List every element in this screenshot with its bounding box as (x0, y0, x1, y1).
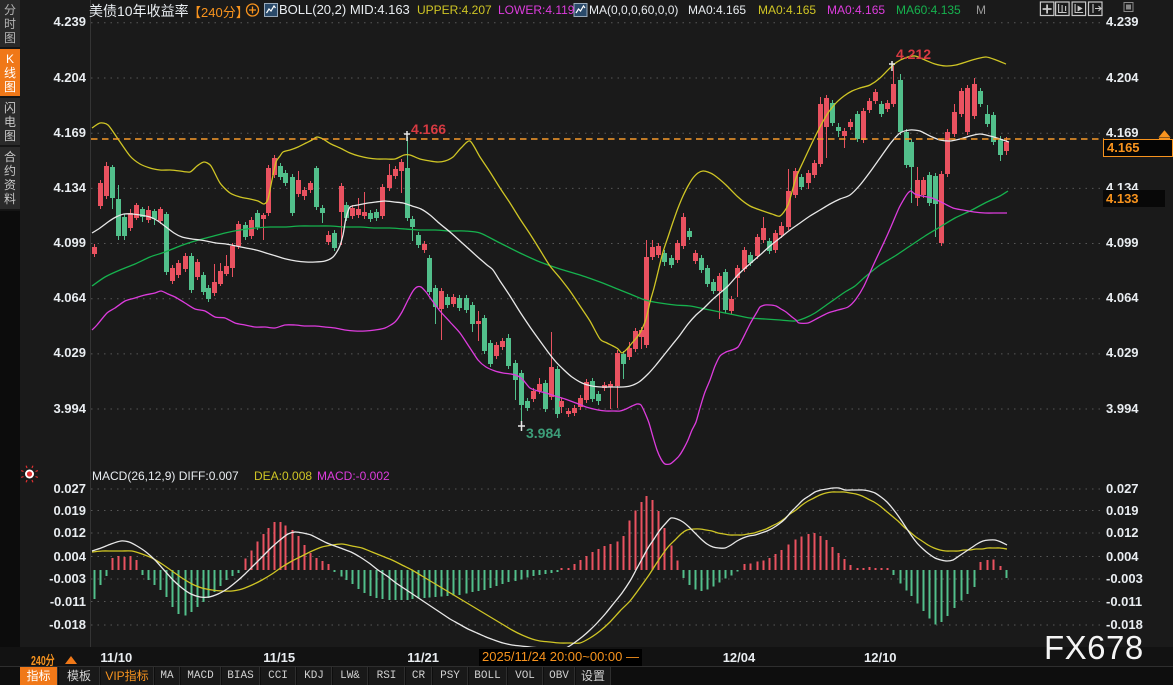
svg-text:4.166: 4.166 (411, 121, 446, 137)
svg-text:3.984: 3.984 (526, 425, 561, 441)
svg-text:4.212: 4.212 (896, 46, 931, 62)
